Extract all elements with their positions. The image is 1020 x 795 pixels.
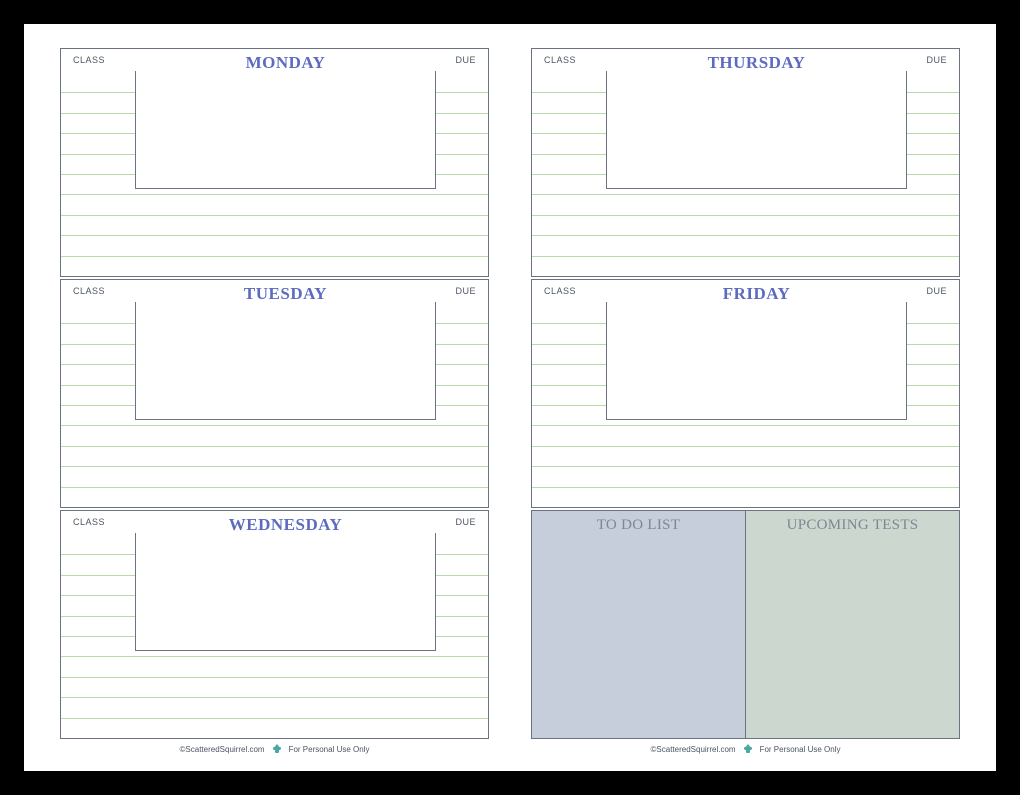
notes-box <box>606 71 907 189</box>
usage-note: For Personal Use Only <box>289 745 370 754</box>
thursday-block: CLASS THURSDAY DUE <box>531 48 960 277</box>
usage-note: For Personal Use Only <box>760 745 841 754</box>
footer-left: ©ScatteredSquirrel.com For Personal Use … <box>60 741 489 755</box>
notes-box <box>135 302 436 420</box>
tests-column: UPCOMING TESTS <box>746 511 959 738</box>
todo-column: TO DO LIST <box>532 511 746 738</box>
todo-tests-block: TO DO LIST UPCOMING TESTS <box>531 510 960 739</box>
class-label: CLASS <box>73 515 135 527</box>
copyright-text: ©ScatteredSquirrel.com <box>180 745 265 754</box>
due-label: DUE <box>907 284 947 296</box>
due-label: DUE <box>436 284 476 296</box>
tuesday-block: CLASS TUESDAY DUE <box>60 279 489 508</box>
class-label: CLASS <box>544 284 606 296</box>
day-title-thursday: THURSDAY <box>606 53 907 73</box>
day-title-friday: FRIDAY <box>606 284 907 304</box>
todo-title: TO DO LIST <box>532 511 745 540</box>
day-title-monday: MONDAY <box>135 53 436 73</box>
left-page: CLASS MONDAY DUE CLASS TUESDAY DUE <box>60 48 489 755</box>
right-page: CLASS THURSDAY DUE CLASS FRIDAY DUE <box>531 48 960 755</box>
wednesday-block: CLASS WEDNESDAY DUE <box>60 510 489 739</box>
squirrel-icon <box>271 743 283 755</box>
due-label: DUE <box>436 515 476 527</box>
copyright-text: ©ScatteredSquirrel.com <box>651 745 736 754</box>
squirrel-icon <box>742 743 754 755</box>
day-title-tuesday: TUESDAY <box>135 284 436 304</box>
planner-spread: CLASS MONDAY DUE CLASS TUESDAY DUE <box>24 24 996 771</box>
due-label: DUE <box>907 53 947 65</box>
class-label: CLASS <box>544 53 606 65</box>
notes-box <box>135 71 436 189</box>
day-title-wednesday: WEDNESDAY <box>135 515 436 535</box>
class-label: CLASS <box>73 53 135 65</box>
due-label: DUE <box>436 53 476 65</box>
friday-block: CLASS FRIDAY DUE <box>531 279 960 508</box>
footer-right: ©ScatteredSquirrel.com For Personal Use … <box>531 741 960 755</box>
monday-block: CLASS MONDAY DUE <box>60 48 489 277</box>
tests-title: UPCOMING TESTS <box>746 511 959 540</box>
notes-box <box>135 533 436 651</box>
notes-box <box>606 302 907 420</box>
class-label: CLASS <box>73 284 135 296</box>
